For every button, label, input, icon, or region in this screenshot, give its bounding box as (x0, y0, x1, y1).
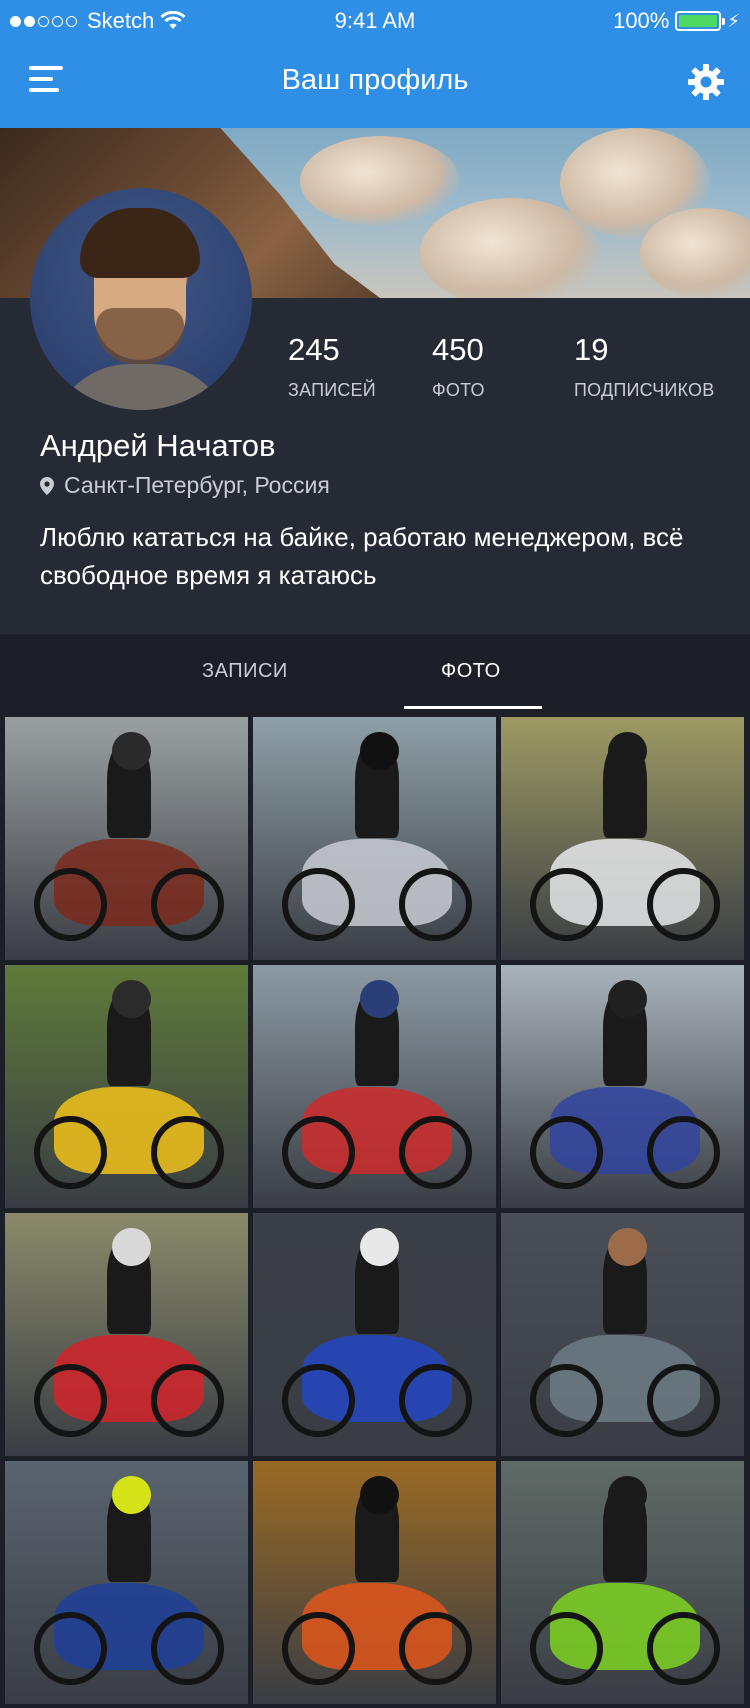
wheel-shape (398, 1611, 472, 1685)
wheel-shape (646, 1115, 720, 1189)
helmet-shape (111, 1475, 151, 1515)
wheel-shape (398, 1363, 472, 1437)
wheel-shape (150, 867, 224, 941)
photo-thumbnail[interactable] (5, 717, 248, 960)
stat-posts[interactable]: 245 ЗАПИСЕЙ (288, 332, 376, 401)
photo-thumbnail[interactable] (253, 965, 496, 1208)
helmet-shape (111, 731, 151, 771)
page-title: Ваш профиль (281, 64, 469, 96)
wheel-shape (530, 867, 604, 941)
helmet-shape (111, 979, 151, 1019)
tab-posts[interactable]: ЗАПИСИ (202, 660, 288, 683)
helmet-shape (359, 1227, 399, 1267)
wheel-shape (34, 867, 108, 941)
photo-thumbnail[interactable] (501, 1213, 744, 1456)
wheel-shape (150, 1363, 224, 1437)
stat-photos[interactable]: 450 ФОТО (432, 332, 485, 401)
profile-name: Андрей Начатов (40, 428, 276, 463)
status-bar: Sketch 9:41 AM 100% ⚡ (0, 0, 750, 40)
tab-photos[interactable]: ФОТО (441, 660, 501, 683)
wheel-shape (398, 867, 472, 941)
wheel-shape (34, 1115, 108, 1189)
wheel-shape (282, 1363, 356, 1437)
stat-label: ФОТО (432, 380, 485, 400)
gear-icon (688, 64, 724, 100)
wheel-shape (646, 1611, 720, 1685)
stat-value: 450 (432, 332, 484, 367)
stat-label: ЗАПИСЕЙ (288, 380, 376, 400)
location-pin-icon (40, 476, 54, 495)
wheel-shape (398, 1115, 472, 1189)
photo-thumbnail[interactable] (501, 717, 744, 960)
wheel-shape (150, 1611, 224, 1685)
photo-thumbnail[interactable] (253, 717, 496, 960)
wheel-shape (34, 1363, 108, 1437)
wheel-shape (282, 867, 356, 941)
avatar[interactable] (30, 188, 252, 410)
wheel-shape (34, 1611, 108, 1685)
photo-thumbnail[interactable] (5, 1461, 248, 1704)
photo-thumbnail[interactable] (501, 1461, 744, 1704)
photo-thumbnail[interactable] (501, 965, 744, 1208)
app-header: Sketch 9:41 AM 100% ⚡ Ваш профиль (0, 0, 750, 128)
helmet-shape (607, 979, 647, 1019)
stat-value: 245 (288, 332, 340, 367)
photo-thumbnail[interactable] (5, 1213, 248, 1456)
settings-button[interactable] (686, 62, 726, 102)
status-right: 100% ⚡ (613, 8, 740, 34)
stat-label: ПОДПИСЧИКОВ (574, 380, 715, 400)
stat-followers[interactable]: 19 ПОДПИСЧИКОВ (574, 332, 714, 401)
active-tab-indicator (404, 706, 542, 709)
helmet-shape (607, 1475, 647, 1515)
charging-icon: ⚡ (727, 10, 740, 31)
wheel-shape (646, 867, 720, 941)
wheel-shape (150, 1115, 224, 1189)
wheel-shape (530, 1363, 604, 1437)
photo-thumbnail[interactable] (253, 1213, 496, 1456)
wheel-shape (530, 1115, 604, 1189)
wheel-shape (282, 1115, 356, 1189)
helmet-shape (607, 731, 647, 771)
stat-value: 19 (574, 332, 609, 367)
photo-grid (5, 717, 745, 1704)
profile-tabs: ЗАПИСИ ФОТО (0, 634, 750, 712)
wheel-shape (282, 1611, 356, 1685)
helmet-shape (111, 1227, 151, 1267)
wheel-shape (530, 1611, 604, 1685)
photo-thumbnail[interactable] (5, 965, 248, 1208)
profile-bio: Люблю кататься на байке, работаю менедже… (40, 522, 684, 590)
helmet-shape (607, 1227, 647, 1267)
location-text: Санкт-Петербург, Россия (64, 472, 330, 498)
photo-thumbnail[interactable] (253, 1461, 496, 1704)
helmet-shape (359, 979, 399, 1019)
wheel-shape (646, 1363, 720, 1437)
battery-percent: 100% (613, 8, 670, 33)
helmet-shape (359, 1475, 399, 1515)
battery-icon (675, 11, 726, 31)
helmet-shape (359, 731, 399, 771)
profile-location: Санкт-Петербург, Россия (40, 472, 330, 499)
